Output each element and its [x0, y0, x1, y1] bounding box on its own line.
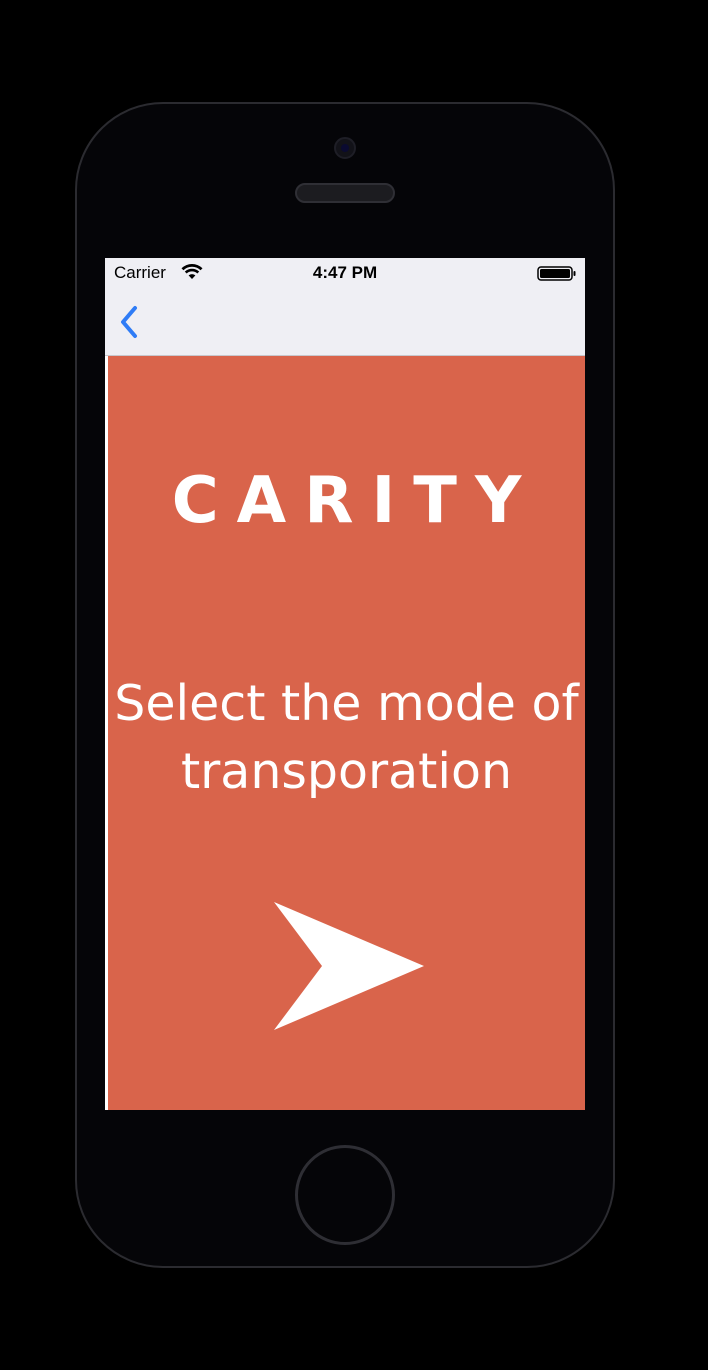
main-content: CARITY Select the mode of transporation — [108, 356, 585, 1110]
prompt-text: Select the mode of transporation — [114, 675, 579, 800]
battery-full-icon — [537, 266, 576, 281]
carity-logo: CARITY — [171, 464, 540, 538]
next-button[interactable] — [270, 900, 426, 1032]
home-button[interactable] — [295, 1145, 395, 1245]
front-camera — [334, 137, 356, 159]
navigation-bar — [105, 288, 585, 356]
earpiece-speaker — [295, 183, 395, 203]
status-bar: Carrier 4:47 PM — [105, 258, 585, 288]
screen: Carrier 4:47 PM CARITY Select the mode o… — [105, 258, 585, 1110]
arrow-right-icon — [274, 902, 424, 1030]
chevron-left-icon — [121, 306, 137, 338]
status-time: 4:47 PM — [312, 263, 378, 282]
back-button[interactable] — [113, 300, 149, 344]
